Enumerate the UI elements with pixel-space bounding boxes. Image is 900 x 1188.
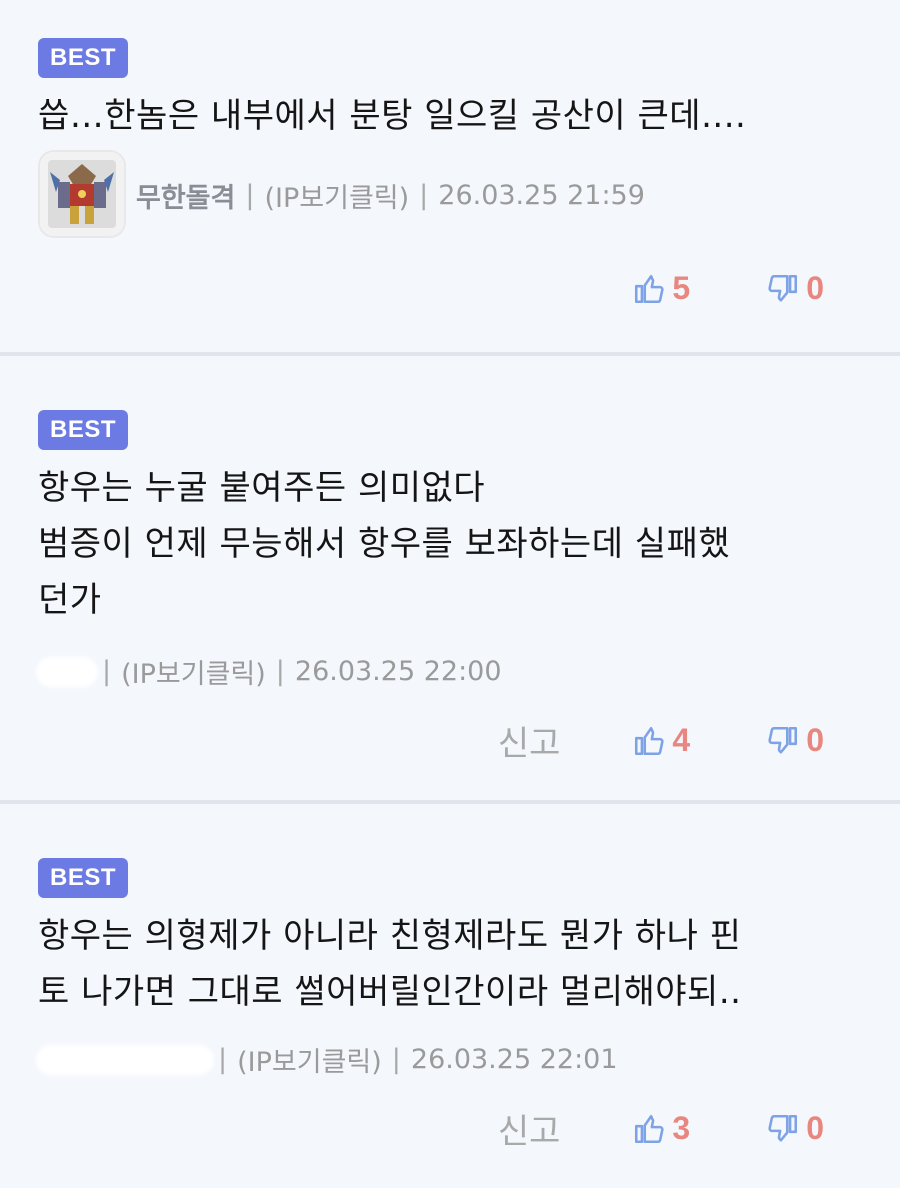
comment-date: 26.03.25 21:59 — [438, 180, 645, 211]
like-button[interactable]: 5 — [632, 270, 690, 307]
comment-meta: | (IP보기클릭) | 26.03.25 22:01 — [36, 1040, 618, 1079]
comment-date: 26.03.25 22:01 — [410, 1044, 618, 1075]
thumbs-up-icon — [635, 726, 665, 755]
comment-divider — [0, 800, 900, 804]
thumbs-up-icon — [635, 274, 665, 303]
comment-text: 씁…한놈은 내부에서 분탕 일으킬 공산이 큰데.... — [38, 88, 868, 144]
author-name[interactable]: 무한돌격 — [136, 176, 235, 215]
meta-separator: | — [419, 180, 429, 211]
dislike-count: 0 — [806, 722, 824, 758]
ip-view-link[interactable]: (IP보기클릭) — [237, 1040, 382, 1079]
comment-text: 항우는 의형제가 아니라 친형제라도 뭔가 하나 핀 토 나가면 그대로 썰어버… — [38, 908, 868, 1020]
meta-separator: | — [275, 656, 285, 687]
best-badge: BEST — [38, 858, 128, 898]
avatar[interactable] — [40, 152, 124, 236]
comment-meta: | (IP보기클릭) | 26.03.25 22:00 — [36, 652, 502, 691]
thumbs-down-icon — [768, 1114, 798, 1142]
like-count: 3 — [672, 1110, 691, 1146]
meta-separator: | — [102, 656, 112, 687]
best-badge: BEST — [38, 410, 128, 450]
dislike-button[interactable]: 0 — [766, 270, 824, 307]
comment-text-line: 던가 — [38, 580, 102, 620]
comment-text: 항우는 누굴 붙여주든 의미없다 범증이 언제 무능해서 항우를 보좌하는데 실… — [38, 460, 868, 628]
robot-avatar-image — [40, 152, 124, 236]
like-button[interactable]: 4 — [632, 722, 690, 759]
thumbs-up-icon — [635, 1114, 665, 1143]
thumbs-down-icon — [768, 274, 798, 302]
author-name-blurred — [36, 656, 98, 687]
like-button[interactable]: 3 — [632, 1110, 690, 1147]
comment-divider — [0, 352, 900, 356]
comment-meta: 무한돌격 | (IP보기클릭) | 26.03.25 21:59 — [136, 176, 645, 215]
dislike-button[interactable]: 0 — [766, 722, 824, 759]
comment-actions: 신고 3 0 — [498, 1104, 900, 1153]
thumbs-down-icon — [768, 726, 798, 754]
meta-separator: | — [391, 1044, 401, 1075]
ip-view-link[interactable]: (IP보기클릭) — [121, 652, 266, 691]
meta-separator: | — [218, 1044, 228, 1075]
dislike-count: 0 — [806, 1110, 824, 1146]
ip-view-link[interactable]: (IP보기클릭) — [264, 176, 409, 215]
comment-text-line: 항우는 의형제가 아니라 친형제라도 뭔가 하나 핀 — [38, 916, 742, 956]
best-badge: BEST — [38, 38, 128, 78]
comment-text-line: 범증이 언제 무능해서 항우를 보좌하는데 실패했 — [38, 524, 731, 564]
comment-text-line: 씁…한놈은 내부에서 분탕 일으킬 공산이 큰데.... — [38, 96, 747, 136]
report-button[interactable]: 신고 — [498, 716, 561, 765]
dislike-button[interactable]: 0 — [766, 1110, 824, 1147]
comment-date: 26.03.25 22:00 — [294, 656, 502, 687]
dislike-count: 0 — [806, 270, 824, 306]
author-name-blurred — [36, 1044, 214, 1075]
comment-text-line: 항우는 누굴 붙여주든 의미없다 — [38, 468, 486, 508]
comment-actions: 신고 4 0 — [498, 716, 900, 765]
comment-text-line: 토 나가면 그대로 썰어버릴인간이라 멀리해야되.. — [38, 972, 742, 1012]
meta-separator: | — [245, 180, 255, 211]
comment-actions: 5 0 — [632, 270, 900, 307]
report-button[interactable]: 신고 — [498, 1104, 561, 1153]
like-count: 4 — [672, 722, 691, 758]
like-count: 5 — [672, 270, 691, 306]
